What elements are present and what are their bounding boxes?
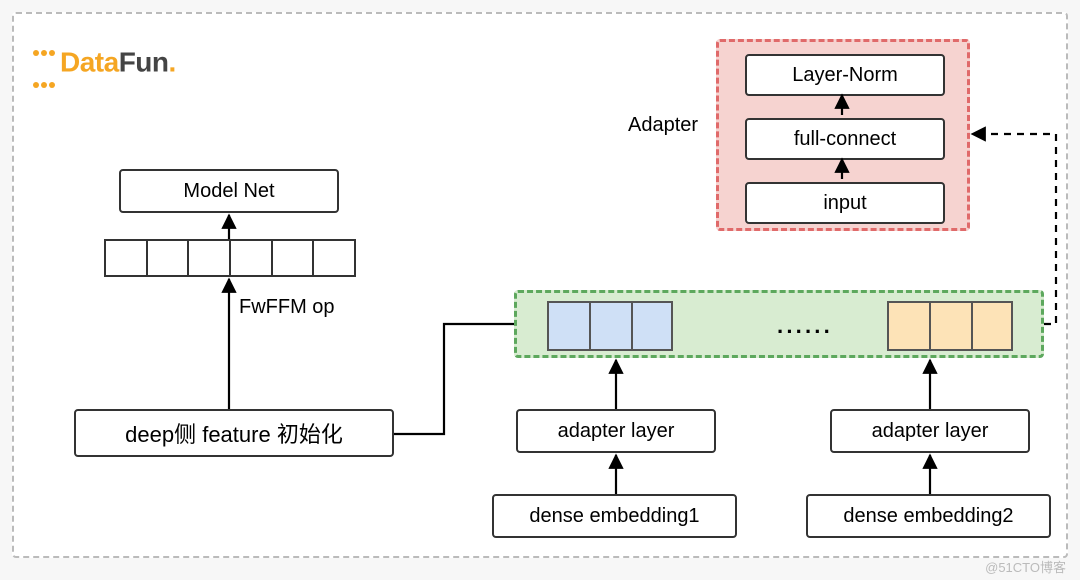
- node-dense-embedding-2: dense embedding2: [806, 494, 1051, 538]
- logo-text-2: Fun: [119, 46, 169, 77]
- embedding-cell: [631, 301, 673, 351]
- logo-datafun: DataFun.: [32, 32, 176, 96]
- node-layer-norm: Layer-Norm: [745, 54, 945, 96]
- pretrained-embedding-orange: [887, 301, 1013, 351]
- logo-dot: .: [169, 46, 176, 77]
- embedding-cell: [312, 239, 356, 277]
- node-dense-embedding-1: dense embedding1: [492, 494, 737, 538]
- logo-text-1: Data: [60, 46, 119, 77]
- node-dense-embedding-2-label: dense embedding2: [843, 505, 1013, 528]
- diagram-frame: DataFun. Model Net FwFFM op deep侧 featur…: [12, 12, 1068, 558]
- logo-dots-icon: [32, 32, 56, 96]
- pretrained-embedding-blue: [547, 301, 673, 351]
- embedding-cell: [229, 239, 271, 277]
- node-adapter-layer-1-label: adapter layer: [558, 420, 675, 443]
- embedding-cell: [971, 301, 1013, 351]
- embedding-row: [104, 239, 356, 277]
- label-adapter: Adapter: [628, 114, 698, 137]
- node-dense-embedding-1-label: dense embedding1: [529, 505, 699, 528]
- green-embedding-panel: ······: [514, 290, 1044, 358]
- embedding-cell: [589, 301, 631, 351]
- embedding-cell: [187, 239, 229, 277]
- node-layer-norm-label: Layer-Norm: [792, 64, 898, 87]
- embedding-cell: [146, 239, 188, 277]
- node-deep-feature-init: deep侧 feature 初始化: [74, 409, 394, 457]
- embedding-cell: [887, 301, 929, 351]
- watermark: @51CTO博客: [985, 557, 1066, 576]
- embedding-cell: [929, 301, 971, 351]
- node-full-connect: full-connect: [745, 118, 945, 160]
- node-input-label: input: [823, 192, 866, 215]
- embedding-cell: [104, 239, 146, 277]
- embedding-cell: [271, 239, 313, 277]
- node-adapter-layer-2-label: adapter layer: [872, 420, 989, 443]
- ellipsis-icon: ······: [777, 319, 833, 345]
- node-full-connect-label: full-connect: [794, 128, 896, 151]
- node-model-net: Model Net: [119, 169, 339, 213]
- adapter-module-panel: Layer-Norm full-connect input: [716, 39, 970, 231]
- node-deep-feature-init-label: deep侧 feature 初始化: [125, 417, 343, 449]
- connector-green-to-deepfeat: [394, 324, 514, 434]
- embedding-cell: [547, 301, 589, 351]
- label-fwffm-op: FwFFM op: [239, 296, 335, 319]
- node-adapter-layer-1: adapter layer: [516, 409, 716, 453]
- node-adapter-layer-2: adapter layer: [830, 409, 1030, 453]
- node-model-net-label: Model Net: [183, 180, 274, 203]
- node-input: input: [745, 182, 945, 224]
